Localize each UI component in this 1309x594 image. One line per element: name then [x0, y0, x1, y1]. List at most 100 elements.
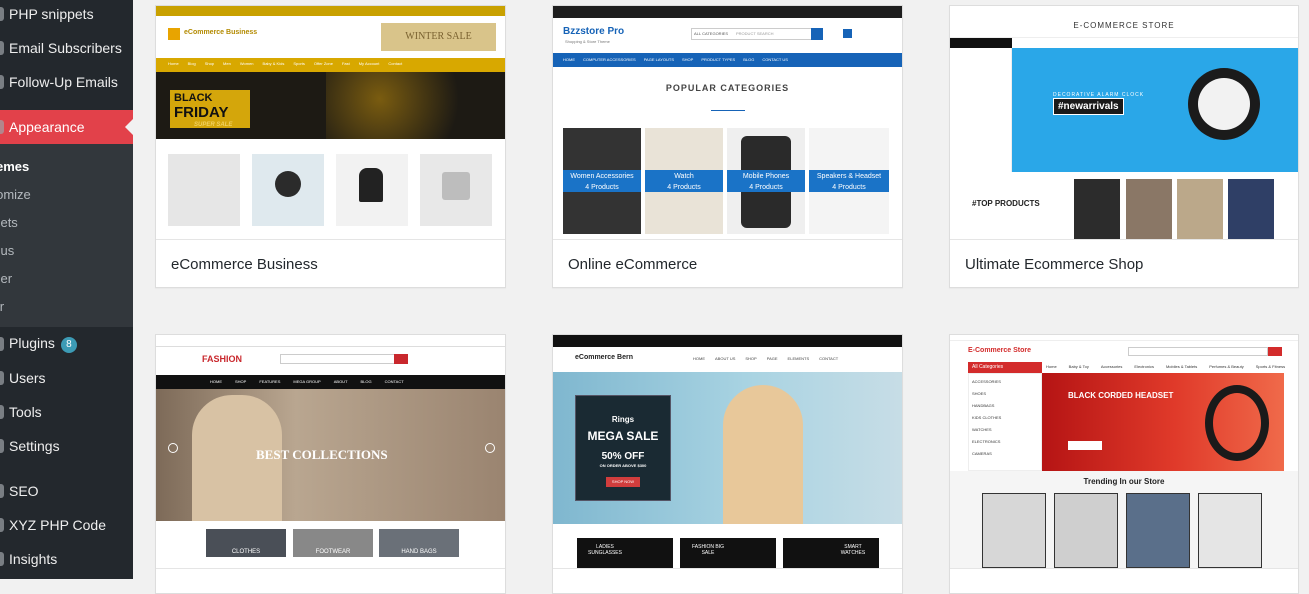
product-thumb: [1126, 179, 1172, 239]
nav-item: Home: [1046, 364, 1057, 369]
nav-item: ABOUT US: [715, 356, 736, 361]
theme-screenshot: E-COMMERCE STORE DECORATIVE ALARM CLOCK …: [950, 6, 1298, 239]
menu-follow-up-emails[interactable]: Follow-Up Emails: [0, 65, 133, 99]
category-item: ELECTRONICS: [972, 439, 1001, 444]
category-tile: FOOTWEAR: [293, 529, 373, 557]
theme-name: [553, 568, 902, 593]
category-tile: FASHION BIG SALE: [680, 538, 776, 568]
nav-item: COMPUTER ACCESSORIES: [583, 57, 636, 62]
nav-item: PAGE LAYOUTS: [643, 57, 674, 62]
submenu-menus[interactable]: enus: [0, 236, 133, 264]
theme-screenshot: eCommerce Business WINTER SALE Home Blog S…: [156, 6, 505, 239]
nav-item: HOME: [210, 379, 222, 384]
menu-tools[interactable]: Tools: [0, 395, 133, 429]
submenu-header[interactable]: ader: [0, 264, 133, 292]
nav-item: HOME: [693, 356, 705, 361]
followup-icon: [0, 75, 4, 89]
category-item: CAMERAS: [972, 451, 992, 456]
seo-icon: [0, 484, 4, 498]
nav-item: SHOP: [235, 379, 247, 384]
product-thumb: [1198, 493, 1262, 568]
category-item: WATCHES: [972, 427, 992, 432]
tools-icon: [0, 405, 4, 419]
slider-next-button: [485, 443, 495, 453]
nav-item: Electronics: [1134, 364, 1154, 369]
category-list: [950, 48, 1012, 172]
nav-item: Home: [168, 61, 179, 66]
menu-seo[interactable]: SEO: [0, 474, 133, 508]
search-field: [280, 354, 396, 364]
submenu-themes[interactable]: emes: [0, 152, 133, 180]
nav-item: Baby & Toy: [1068, 364, 1089, 369]
theme-name: Ultimate Ecommerce Shop: [950, 239, 1298, 287]
search-icon: [394, 354, 408, 364]
users-icon: [0, 371, 4, 385]
nav-item: Blog: [187, 61, 196, 66]
menu-plugins[interactable]: Plugins 8: [0, 327, 133, 361]
nav-item: Mobiles & Tablets: [1165, 364, 1198, 369]
submenu-editor[interactable]: itor: [0, 292, 133, 320]
menu-email-subscribers[interactable]: Email Subscribers: [0, 31, 133, 65]
submenu-widgets[interactable]: dgets: [0, 208, 133, 236]
menu-settings[interactable]: Settings: [0, 429, 133, 463]
category-tile: LADIES SUNGLASSES: [577, 538, 673, 568]
code-icon: [0, 518, 4, 532]
category-tile: CLOTHES: [206, 529, 286, 557]
search-icon: [1268, 347, 1282, 356]
theme-card-ultimate-ecommerce-shop[interactable]: E-COMMERCE STORE DECORATIVE ALARM CLOCK …: [949, 5, 1299, 288]
nav-item: Men: [223, 61, 231, 66]
nav-item: CONTACT: [384, 379, 404, 384]
nav-item: Offer Zone: [313, 61, 333, 66]
category-item: HANDBAGS: [972, 403, 995, 408]
nav-item: Women: [239, 61, 254, 66]
menu-users[interactable]: Users: [0, 361, 133, 395]
settings-icon: [0, 439, 4, 453]
nav-item: SHOP: [745, 356, 757, 361]
nav-item: Fast: [341, 61, 350, 66]
nav-item: Shop: [204, 61, 215, 66]
category-tile: Mobile Phones 4 Products: [727, 128, 805, 234]
product-thumb: [982, 493, 1046, 568]
appearance-icon: [0, 120, 4, 134]
headset-image: [1205, 385, 1269, 461]
category-tile: HAND BAGS: [379, 529, 459, 557]
nav-item: PRODUCT TYPES: [701, 57, 736, 62]
product-thumb: [1228, 179, 1274, 239]
appearance-submenu: emes stomize dgets enus ader itor: [0, 144, 133, 327]
product-thumb: [1126, 493, 1190, 568]
theme-card-ecommerce-business[interactable]: eCommerce Business WINTER SALE Home Blog S…: [155, 5, 506, 288]
theme-card-ecommerce-bern[interactable]: eCommerce Bern HOME ABOUT US SHOP PAGE ELEME…: [552, 334, 903, 594]
nav-item: Baby & Kids: [262, 61, 285, 66]
category-item: SHOES: [972, 391, 987, 396]
menu-appearance[interactable]: Appearance: [0, 110, 133, 144]
nav-item: BLOG: [743, 57, 755, 62]
nav-item: HOME: [563, 57, 575, 62]
theme-name: eCommerce Business: [156, 239, 505, 287]
theme-card-fashion[interactable]: FASHION HOME SHOP FEATURES MEGA GROUP ABOUT B…: [155, 334, 506, 594]
nav-item: My Account: [358, 61, 380, 66]
slider-prev-button: [168, 443, 178, 453]
plugin-icon: [0, 337, 4, 351]
product-thumb: [1177, 179, 1223, 239]
nav-item: ABOUT: [333, 379, 348, 384]
theme-screenshot: eCommerce Bern HOME ABOUT US SHOP PAGE ELEME…: [553, 335, 902, 568]
shop-button: [1068, 441, 1102, 450]
theme-card-e-commerce-store[interactable]: E-Commerce Store All Categories Home Baby…: [949, 334, 1299, 594]
insights-icon: [0, 552, 4, 566]
nav-item: FEATURES: [259, 379, 281, 384]
menu-php-snippets[interactable]: PHP snippets: [0, 0, 133, 28]
search-icon: [811, 28, 823, 40]
submenu-customize[interactable]: stomize: [0, 180, 133, 208]
theme-screenshot: E-Commerce Store All Categories Home Baby…: [950, 335, 1298, 568]
plugins-update-count: 8: [60, 337, 77, 353]
menu-xyz-php-code[interactable]: XYZ PHP Code: [0, 508, 133, 542]
cart-logo-icon: [168, 28, 180, 40]
nav-item: Accessories: [1100, 364, 1123, 369]
theme-card-online-ecommerce[interactable]: Bzzstore Pro Shopping & Store Theme ALL …: [552, 5, 903, 288]
menu-insights[interactable]: Insights: [0, 542, 133, 576]
nav-item: ELEMENTS: [787, 356, 810, 361]
nav-item: MEGA GROUP: [293, 379, 321, 384]
nav-item: Perfumes & Beauty: [1209, 364, 1244, 369]
nav-item: CONTACT: [819, 356, 839, 361]
plugins-label: Plugins: [9, 335, 55, 351]
